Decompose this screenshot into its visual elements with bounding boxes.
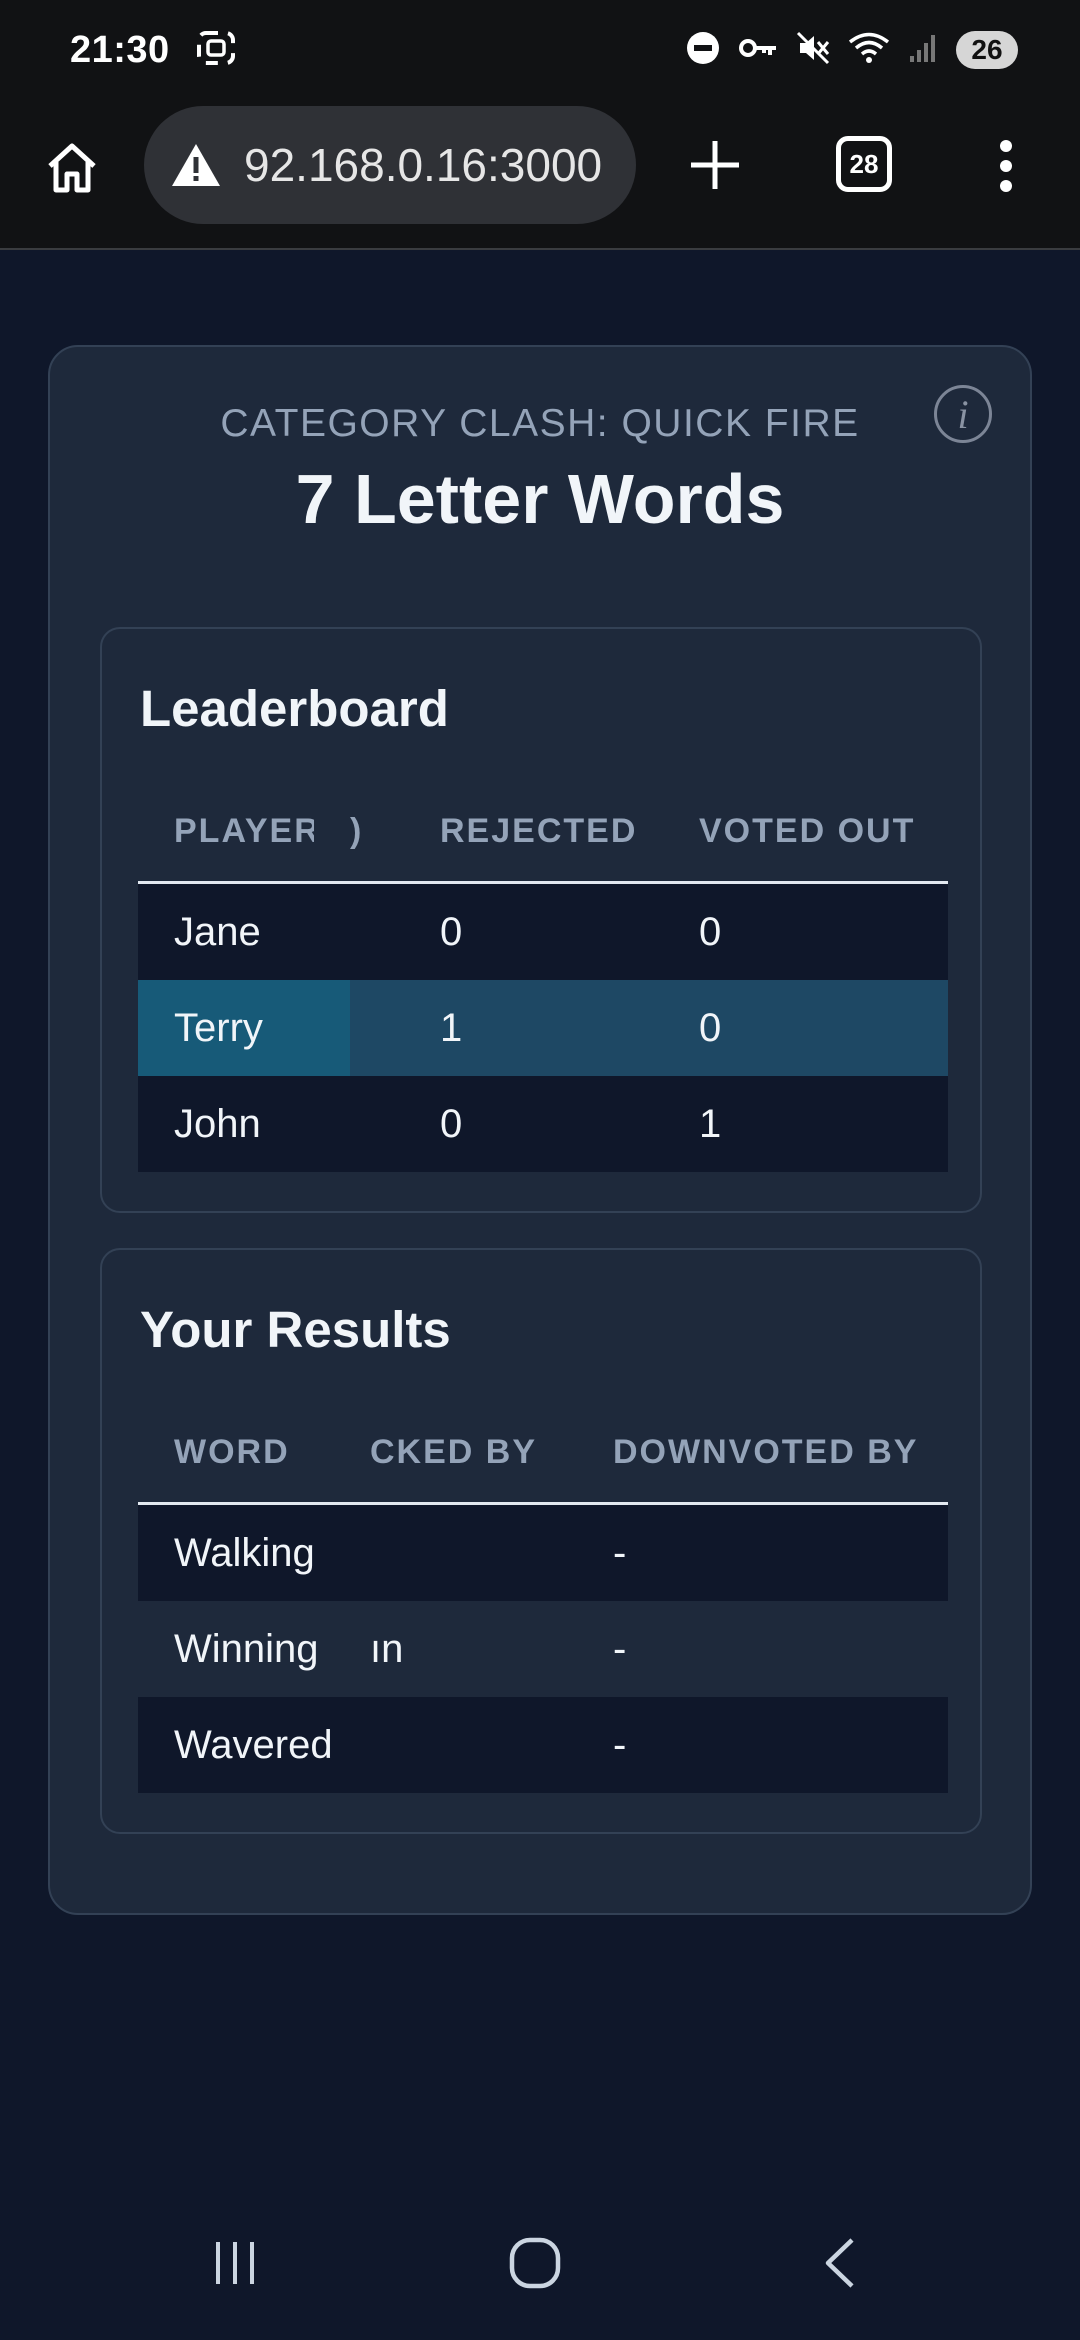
- menu-dot: [1000, 160, 1012, 172]
- wifi-icon: [848, 31, 890, 70]
- status-left: 21:30: [70, 29, 236, 72]
- leaderboard-panel: Leaderboard PLAYER ) REJECTED VOTED OUT …: [100, 627, 982, 1213]
- home-button[interactable]: [40, 138, 104, 202]
- voted-out-count: 0: [699, 910, 722, 954]
- table-row: Winning ın -: [138, 1601, 948, 1697]
- signal-icon: [908, 32, 938, 69]
- url-text[interactable]: 92.168.0.16:3000: [244, 138, 602, 192]
- dnd-icon: [686, 31, 720, 70]
- plus-icon: [689, 139, 741, 196]
- vpn-key-icon: [738, 33, 778, 68]
- screenshot-icon: [196, 30, 236, 71]
- rejected-count: 0: [440, 910, 463, 954]
- results-panel: Your Results WORD CKED BY DOWNVOTED BY W…: [100, 1248, 982, 1834]
- column-header-word: WORD: [174, 1433, 290, 1471]
- word: Wavered: [174, 1723, 333, 1767]
- game-subtitle: CATEGORY CLASH: QUICK FIRE: [220, 402, 860, 445]
- menu-dot: [1000, 140, 1012, 152]
- blocked-by: [370, 1505, 570, 1601]
- voted-out-count: 0: [699, 1006, 722, 1050]
- menu-dot: [1000, 180, 1012, 192]
- table-row-current-player: Terry 1 0: [138, 980, 948, 1076]
- table-row: Wavered -: [138, 1697, 948, 1793]
- downvoted-by: -: [613, 1531, 627, 1575]
- new-tab-button[interactable]: [680, 132, 750, 202]
- leaderboard-title: Leaderboard: [140, 680, 449, 737]
- table-row: Walking -: [138, 1505, 948, 1601]
- player-name: John: [174, 1102, 261, 1146]
- recents-icon: [210, 2238, 260, 2293]
- home-circle-icon: [508, 2236, 562, 2295]
- column-header-player: PLAYER: [174, 812, 314, 850]
- tab-switcher-button[interactable]: 28: [836, 136, 892, 192]
- status-time: 21:30: [70, 28, 170, 71]
- mute-icon: [796, 31, 830, 70]
- home-nav-button[interactable]: [500, 2230, 570, 2300]
- rejected-count: 0: [440, 1102, 463, 1146]
- table-header: PLAYER ) REJECTED VOTED OUT: [138, 779, 948, 884]
- url-bar[interactable]: 92.168.0.16:3000: [144, 106, 636, 224]
- page-title: 7 Letter Words: [295, 460, 785, 538]
- more-vert-icon[interactable]: [986, 134, 1026, 198]
- back-icon: [820, 2236, 860, 2295]
- column-header-clipped: ): [350, 812, 364, 850]
- system-nav-bar: [0, 2190, 1080, 2340]
- results-title: Your Results: [140, 1301, 451, 1358]
- rejected-count: 1: [440, 1006, 463, 1050]
- results-table[interactable]: WORD CKED BY DOWNVOTED BY Walking - Winn…: [138, 1400, 948, 1793]
- downvoted-by: -: [613, 1627, 627, 1671]
- browser-toolbar: 92.168.0.16:3000 28: [0, 100, 1080, 250]
- blocked-by: ın: [370, 1627, 404, 1671]
- column-header-rejected: REJECTED: [440, 812, 638, 850]
- column-header-voted-out: VOTED OUT: [699, 812, 916, 850]
- battery-badge: 26: [956, 31, 1018, 69]
- recents-button[interactable]: [200, 2230, 270, 2300]
- home-icon: [44, 140, 100, 201]
- downvoted-by: -: [613, 1723, 627, 1767]
- player-name: Terry: [138, 980, 350, 1076]
- table-row: John 0 1: [138, 1076, 948, 1172]
- warning-icon[interactable]: [166, 135, 226, 195]
- word: Winning: [174, 1627, 319, 1671]
- table-header: WORD CKED BY DOWNVOTED BY: [138, 1400, 948, 1505]
- leaderboard-table[interactable]: PLAYER ) REJECTED VOTED OUT Jane 0 0 Ter…: [138, 779, 948, 1172]
- voted-out-count: 1: [699, 1102, 722, 1146]
- column-header-blocked-by: CKED BY: [370, 1433, 538, 1471]
- player-name: Jane: [174, 910, 261, 954]
- table-row: Jane 0 0: [138, 884, 948, 980]
- blocked-by: [370, 1697, 570, 1793]
- column-header-downvoted-by: DOWNVOTED BY: [613, 1433, 919, 1471]
- game-card: i CATEGORY CLASH: QUICK FIRE 7 Letter Wo…: [48, 345, 1032, 1915]
- status-bar: 21:30 26: [0, 0, 1080, 100]
- back-button[interactable]: [810, 2230, 870, 2300]
- word: Walking: [174, 1531, 315, 1575]
- status-right: 26: [686, 31, 1018, 70]
